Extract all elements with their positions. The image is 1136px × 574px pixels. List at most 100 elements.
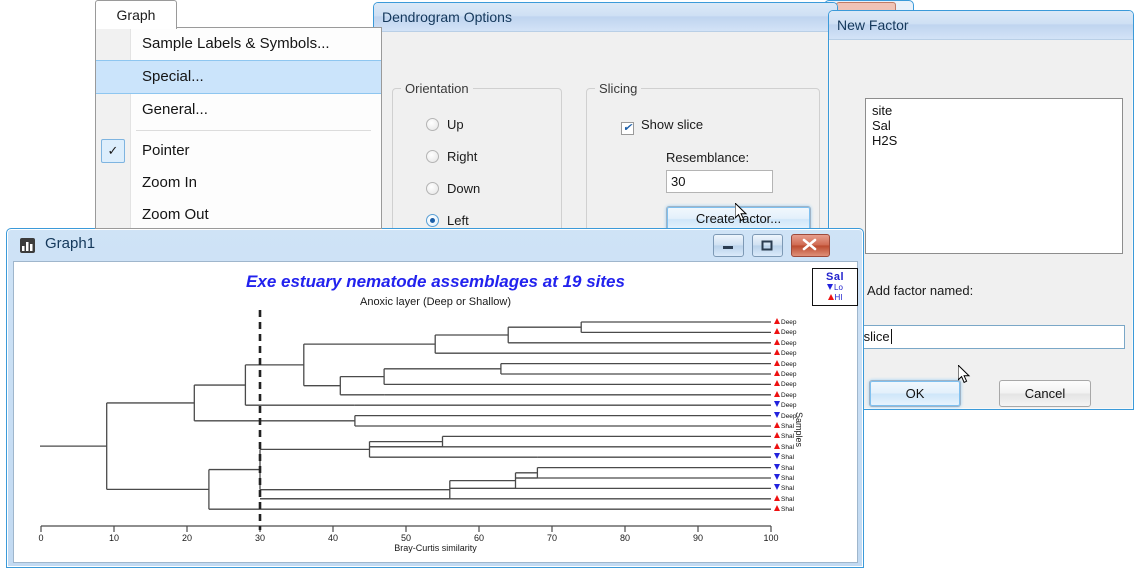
leaf-label: Deep [774,380,797,388]
x-tick-label: 10 [108,533,120,543]
leaf-label-text: Deep [781,329,797,337]
radio-label: Right [447,149,478,164]
new-factor-titlebar[interactable]: New Factor [829,11,1133,40]
leaf-label: Shal [774,422,794,430]
radio-indicator [426,214,439,227]
radio-orientation-up[interactable]: Up [426,117,464,132]
up-triangle-icon [774,422,780,428]
up-triangle-icon [774,338,780,345]
up-triangle-icon [774,318,780,324]
x-tick-label: 80 [619,533,631,543]
leaf-label-text: Shal [781,495,795,503]
list-item[interactable]: Sal [872,118,1116,133]
dendrogram-dialog-titlebar[interactable]: Dendrogram Options [374,3,837,32]
menu-item-general[interactable]: General... [96,94,381,126]
resemblance-input[interactable]: 30 [666,170,773,193]
leaf-label-text: Deep [781,402,797,410]
graph1-title: Graph1 [45,235,96,252]
minimize-button[interactable] [713,234,744,257]
legend-entry-lo: Lo [817,283,853,293]
add-factor-named-label: Add factor named: [867,283,974,298]
x-tick-label: 40 [327,533,339,543]
menu-item-zoom-out[interactable]: Zoom Out [96,199,381,228]
leaf-label: Deep [774,338,797,347]
menu-item-pointer[interactable]: ✓ Pointer [96,135,381,167]
leaf-label: Deep [774,359,797,368]
dendrogram-options-dialog: Dendrogram Options Orientation Up Right … [373,2,838,250]
menu-item-label: Zoom Out [142,206,209,223]
up-triangle-icon [774,390,780,397]
menu-item-label: General... [142,101,208,118]
radio-label: Left [447,213,469,228]
leaf-label-text: Deep [781,391,797,399]
leaf-label-text: Shal [781,485,795,493]
slicing-group-label: Slicing [595,81,642,96]
checkbox-label: Show slice [641,117,704,132]
leaf-label: Shal [774,484,794,492]
menu-item-sample-labels-symbols[interactable]: Sample Labels & Symbols... [96,28,381,60]
graph1-titlebar[interactable]: Graph1 [7,229,863,261]
up-triangle-icon [774,432,780,439]
leaf-label: Deep [774,328,797,336]
leaf-label: Shal [774,463,795,472]
checkmark-icon: ✓ [101,139,125,163]
leaf-label-text: Deep [781,350,797,358]
graph-canvas[interactable]: Exe estuary nematode assemblages at 19 s… [13,261,858,563]
leaf-label: Deep [774,401,797,409]
radio-orientation-down[interactable]: Down [426,181,480,196]
leaf-label-text: Shal [781,464,795,472]
existing-factors-listbox[interactable]: site Sal H2S [865,98,1123,254]
leaf-label-text: Shal [781,506,795,514]
menu-item-label: Special... [142,68,204,85]
up-triangle-icon [774,370,780,376]
leaf-label-text: Deep [781,360,797,368]
dendrogram-dialog-title: Dendrogram Options [382,9,512,25]
leaf-label-text: Deep [781,319,797,326]
orientation-groupbox: Orientation [392,81,562,250]
radio-indicator [426,118,439,131]
radio-indicator [426,182,439,195]
down-triangle-icon [774,463,780,470]
leaf-label-text: Shal [781,433,795,441]
radio-orientation-right[interactable]: Right [426,149,477,164]
leaf-label: Shal [774,474,794,482]
radio-orientation-left[interactable]: Left [426,213,469,228]
resemblance-label: Resemblance: [666,150,750,165]
leaf-label: Shal [774,442,794,451]
x-tick-label: 0 [38,533,44,543]
orientation-group-label: Orientation [401,81,473,96]
x-tick-label: 100 [763,533,779,543]
menu-tab-graph[interactable]: Graph [95,0,177,29]
radio-label: Down [447,181,481,196]
checkbox-indicator: ✔ [621,122,634,135]
list-item[interactable]: H2S [872,133,1116,148]
leaf-label-text: Shal [781,475,795,482]
leaf-label: Deep [774,390,797,399]
down-triangle-icon [774,484,780,491]
leaf-label-text: Shal [781,423,795,430]
legend-entry-label: HI [834,293,843,302]
maximize-button[interactable] [752,234,783,257]
menu-item-label: Sample Labels & Symbols... [142,35,330,52]
up-triangle-icon [827,294,834,300]
leaf-label: Deep [774,370,797,378]
x-tick-label: 90 [692,533,704,543]
close-button[interactable] [791,234,830,257]
leaf-label: Shal [774,494,795,503]
leaf-label: Shal [774,432,794,440]
cancel-button[interactable]: Cancel [999,380,1091,407]
menu-item-special[interactable]: Special... [96,60,381,94]
checkbox-show-slice[interactable]: ✔ Show slice [621,117,703,135]
radio-label: Up [447,117,464,132]
list-item[interactable]: site [872,103,1116,118]
legend-header: Sal [825,271,844,283]
down-triangle-icon [774,453,780,460]
ok-button[interactable]: OK [869,380,961,407]
leaf-label: Shal [774,453,794,461]
x-tick-label: 50 [400,533,412,543]
factor-name-input[interactable]: 30% slice [829,325,1125,349]
menu-item-zoom-in[interactable]: Zoom In [96,167,381,199]
up-triangle-icon [774,380,780,387]
leaf-label-text: Deep [781,339,797,347]
down-triangle-icon [774,401,780,408]
